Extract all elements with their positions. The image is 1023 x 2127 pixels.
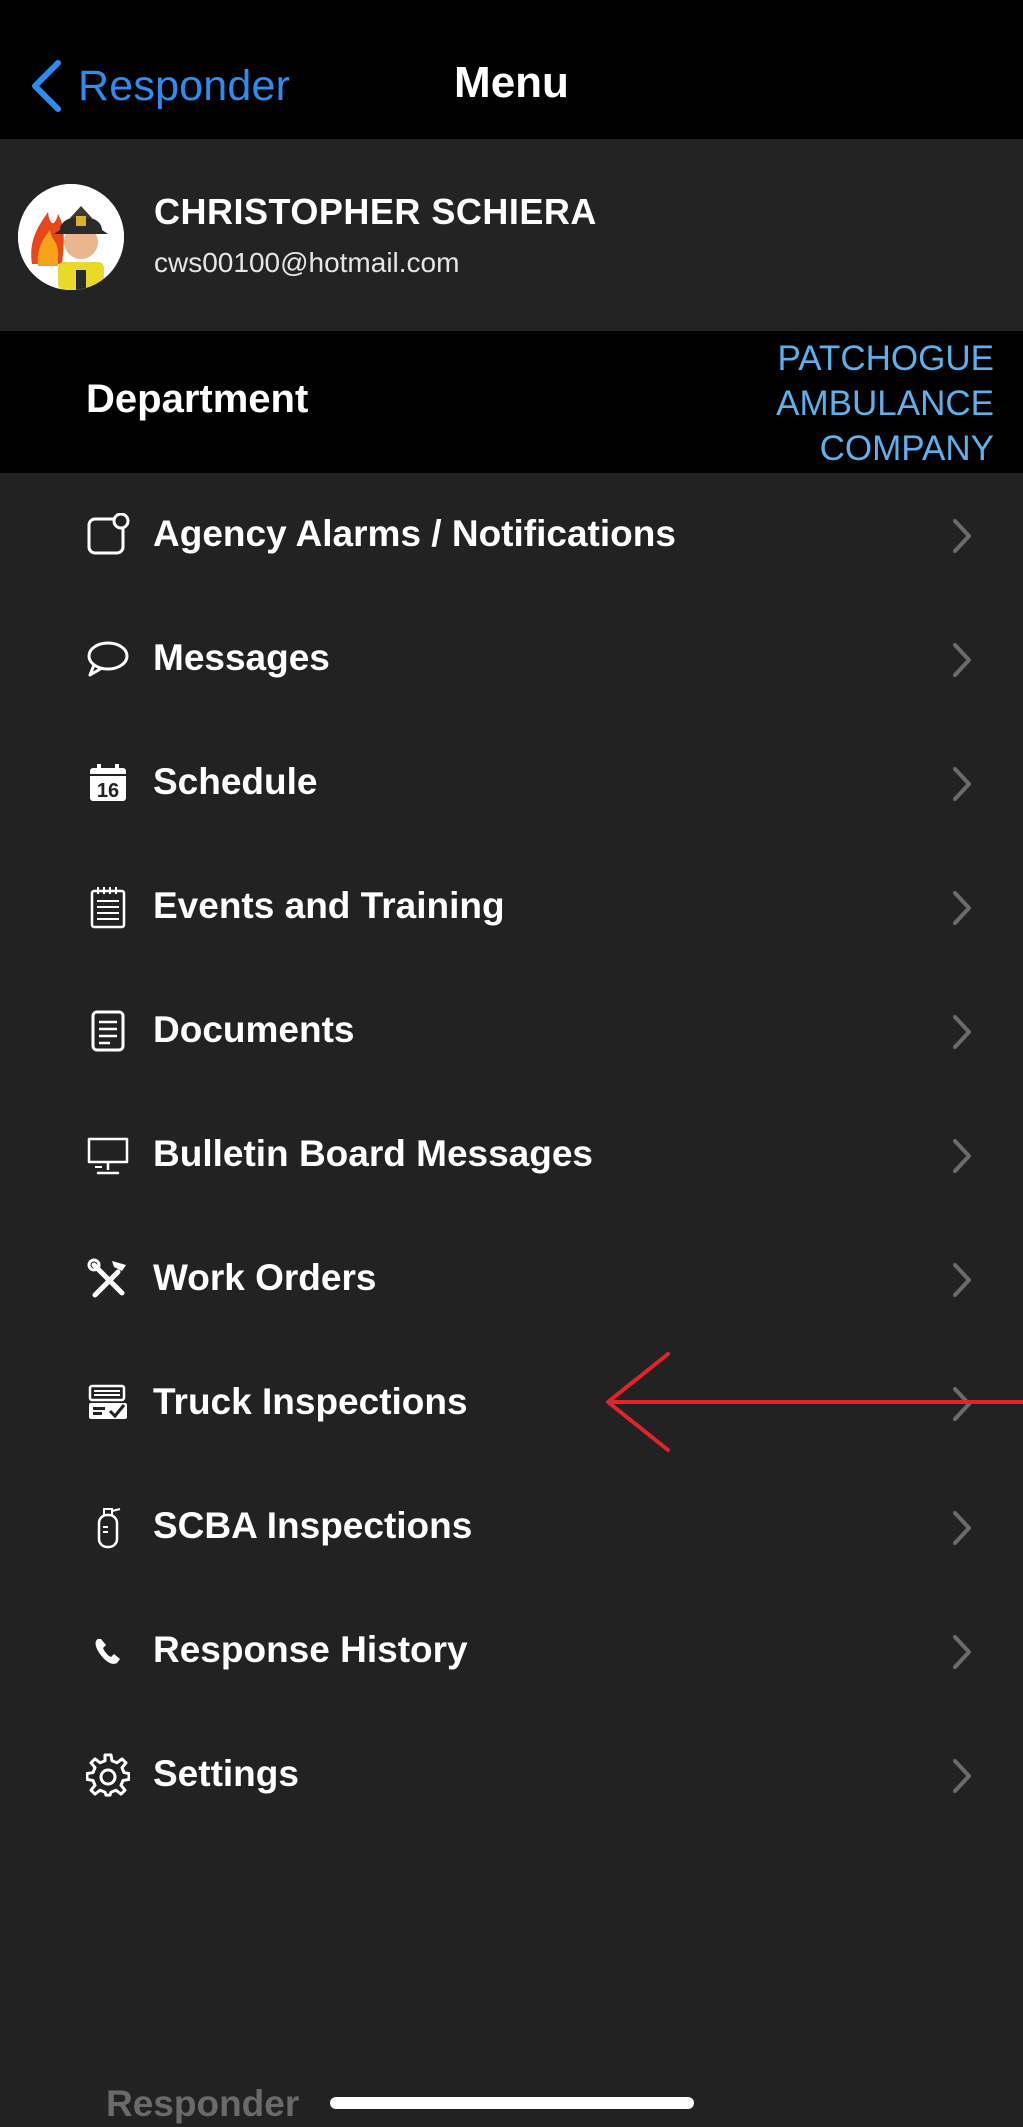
menu-item-label: SCBA Inspections: [153, 1505, 473, 1546]
menu-item-schedule[interactable]: 16 Schedule: [0, 721, 1023, 845]
department-row: Department PATCHOGUE AMBULANCE COMPANY: [0, 331, 1023, 473]
menu-item-label: Bulletin Board Messages: [153, 1133, 594, 1174]
menu-item-label: Documents: [153, 1009, 355, 1050]
notepad-icon: [86, 885, 130, 929]
profile-header[interactable]: CHRISTOPHER SCHIERA cws00100@hotmail.com: [0, 139, 1023, 331]
chevron-right-icon: [953, 767, 971, 801]
menu-list: Agency Alarms / Notifications Messages 1…: [0, 473, 1023, 1837]
air-tank-icon: [86, 1505, 130, 1549]
menu-item-bulletin-board[interactable]: Bulletin Board Messages: [0, 1093, 1023, 1217]
navigation-bar: Responder Menu: [0, 0, 1023, 139]
tools-icon: [86, 1257, 130, 1301]
chevron-right-icon: [953, 891, 971, 925]
chevron-right-icon: [953, 519, 971, 553]
department-value-line: PATCHOGUE: [777, 339, 995, 378]
department-value: PATCHOGUE AMBULANCE COMPANY: [694, 336, 994, 471]
calendar-day-number: 16: [97, 780, 119, 802]
menu-item-label: Schedule: [153, 761, 318, 802]
user-name: CHRISTOPHER SCHIERA: [154, 191, 597, 232]
document-icon: [86, 1009, 130, 1053]
monitor-icon: [86, 1133, 130, 1177]
menu-item-response-history[interactable]: Response History: [0, 1589, 1023, 1713]
calendar-icon: 16: [86, 761, 130, 805]
user-email: cws00100@hotmail.com: [154, 247, 460, 278]
chevron-right-icon: [953, 1511, 971, 1545]
gear-icon: [86, 1753, 130, 1797]
menu-item-label: Messages: [153, 637, 330, 678]
chevron-right-icon: [953, 643, 971, 677]
annotation-arrow-icon: [606, 1352, 1023, 1452]
menu-item-label: Response History: [153, 1629, 468, 1670]
menu-item-events-training[interactable]: Events and Training: [0, 845, 1023, 969]
department-value-line: COMPANY: [819, 429, 994, 468]
menu-item-label: Events and Training: [153, 885, 505, 926]
notification-icon: [86, 513, 130, 557]
menu-item-label: Agency Alarms / Notifications: [153, 513, 676, 554]
bottom-app-label: Responder: [106, 2083, 300, 2124]
department-value-line: AMBULANCE: [776, 384, 994, 423]
menu-item-messages[interactable]: Messages: [0, 597, 1023, 721]
page-title: Menu: [454, 58, 569, 107]
menu-item-label: Settings: [153, 1753, 299, 1794]
menu-item-label: Work Orders: [153, 1257, 377, 1298]
chevron-right-icon: [953, 1015, 971, 1049]
menu-item-agency-alarms[interactable]: Agency Alarms / Notifications: [0, 473, 1023, 597]
phone-icon: [86, 1629, 130, 1673]
home-indicator[interactable]: [330, 2097, 694, 2109]
avatar: [18, 184, 124, 290]
menu-item-scba-inspections[interactable]: SCBA Inspections: [0, 1465, 1023, 1589]
chat-bubble-icon: [86, 637, 130, 681]
chevron-right-icon: [953, 1759, 971, 1793]
menu-item-label: Truck Inspections: [153, 1381, 468, 1422]
menu-item-settings[interactable]: Settings: [0, 1713, 1023, 1837]
chevron-right-icon: [953, 1139, 971, 1173]
department-label: Department: [86, 377, 309, 421]
chevron-right-icon: [953, 1263, 971, 1297]
chevron-right-icon: [953, 1635, 971, 1669]
truck-inspection-icon: [86, 1381, 130, 1425]
menu-item-work-orders[interactable]: Work Orders: [0, 1217, 1023, 1341]
menu-item-documents[interactable]: Documents: [0, 969, 1023, 1093]
firefighter-avatar-icon: [18, 184, 124, 290]
